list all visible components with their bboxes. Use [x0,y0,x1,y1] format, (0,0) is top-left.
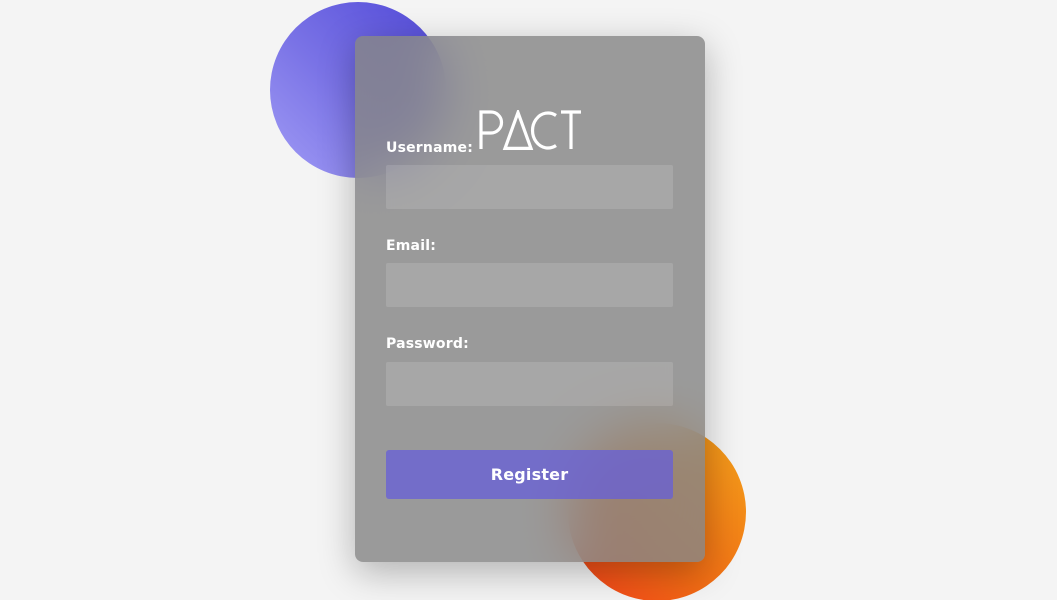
page-background: Username: Email: Password: Register [0,0,1057,600]
pact-logo-mark [479,110,581,150]
password-input[interactable] [386,362,673,406]
username-label: Username: [386,140,473,156]
register-card: Username: Email: Password: Register [355,36,705,562]
password-label: Password: [386,336,469,352]
email-label: Email: [386,238,436,254]
username-input[interactable] [386,165,673,209]
email-input[interactable] [386,263,673,307]
register-button[interactable]: Register [386,450,673,499]
